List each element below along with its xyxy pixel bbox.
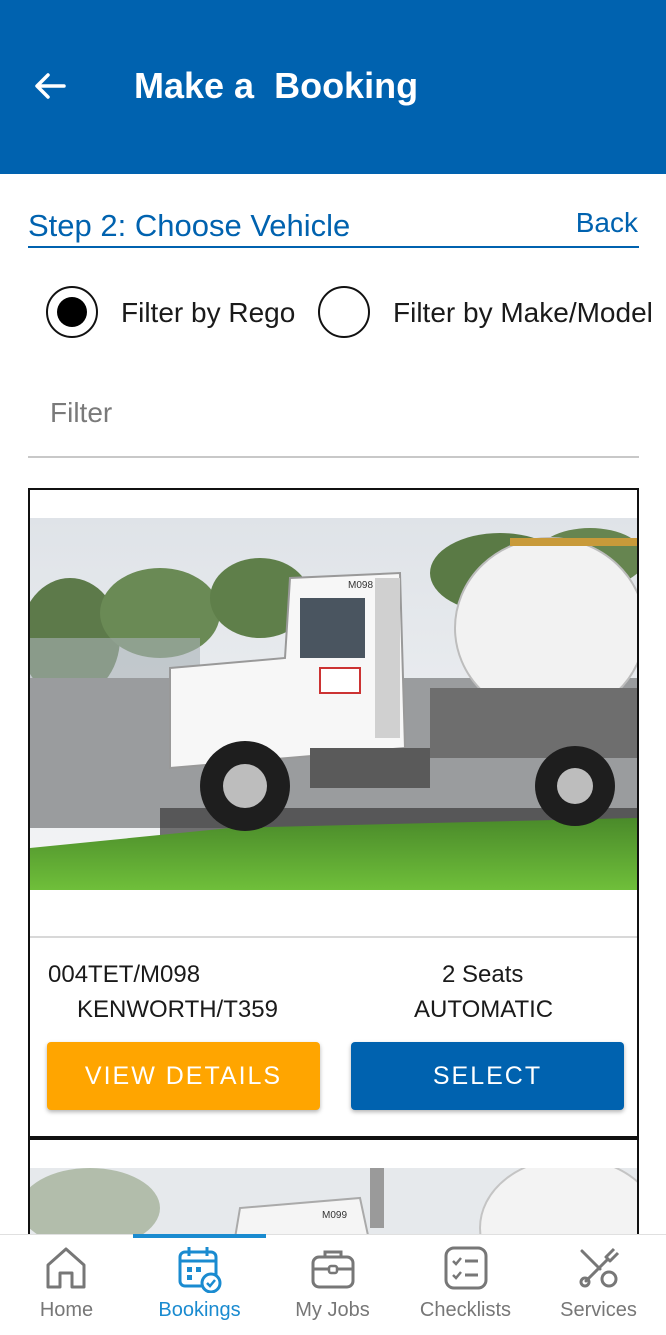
checklist-icon	[444, 1246, 488, 1290]
vehicle-make-model: KENWORTH/T359	[77, 996, 278, 1023]
nav-label: Bookings	[158, 1299, 241, 1321]
vehicle-transmission: AUTOMATIC	[414, 996, 554, 1023]
view-details-button[interactable]: VIEW DETAILS	[47, 1042, 320, 1110]
bottom-nav: Home Bookings My Jobs Checklists Service…	[0, 1234, 666, 1335]
nav-label: Services	[560, 1299, 637, 1321]
nav-services[interactable]: Services	[532, 1235, 665, 1335]
radio-selected-dot	[57, 297, 87, 327]
nav-my-jobs[interactable]: My Jobs	[266, 1235, 399, 1335]
page-title: Make a Booking	[134, 65, 419, 106]
back-link[interactable]: Back	[576, 204, 638, 242]
calendar-check-icon	[178, 1247, 222, 1293]
home-icon	[46, 1247, 86, 1289]
filter-by-make-model-radio[interactable]	[318, 286, 370, 338]
nav-bookings[interactable]: Bookings	[133, 1235, 266, 1335]
back-arrow-icon[interactable]	[30, 66, 70, 106]
nav-label: Checklists	[419, 1299, 512, 1321]
nav-checklists[interactable]: Checklists	[399, 1235, 532, 1335]
nav-label: Home	[39, 1299, 94, 1321]
cab-number-label: M099	[322, 1210, 347, 1221]
vehicle-seats: 2 Seats	[442, 961, 524, 988]
filter-input[interactable]	[28, 370, 639, 458]
app-header: Make a Booking	[0, 0, 666, 174]
nav-label: My Jobs	[295, 1299, 370, 1321]
filter-by-make-model-label[interactable]: Filter by Make/Model	[393, 296, 653, 330]
vehicle-photo: M098	[30, 518, 637, 890]
step-underline	[28, 246, 639, 248]
card-divider	[30, 936, 637, 938]
vehicle-card: M098 004TET/M098 2 Seats KENWORTH/T359 A…	[28, 488, 639, 1138]
briefcase-icon	[311, 1250, 355, 1289]
select-button[interactable]: SELECT	[351, 1042, 624, 1110]
vehicle-rego: 004TET/M098	[48, 961, 201, 988]
filter-by-rego-radio[interactable]	[46, 286, 98, 338]
nav-home[interactable]: Home	[0, 1235, 133, 1335]
filter-by-rego-label[interactable]: Filter by Rego	[121, 296, 295, 330]
step-title: Step 2: Choose Vehicle	[28, 208, 351, 243]
cab-number-label: M098	[348, 580, 373, 591]
nav-active-indicator	[133, 1234, 266, 1238]
tools-icon	[579, 1247, 620, 1288]
